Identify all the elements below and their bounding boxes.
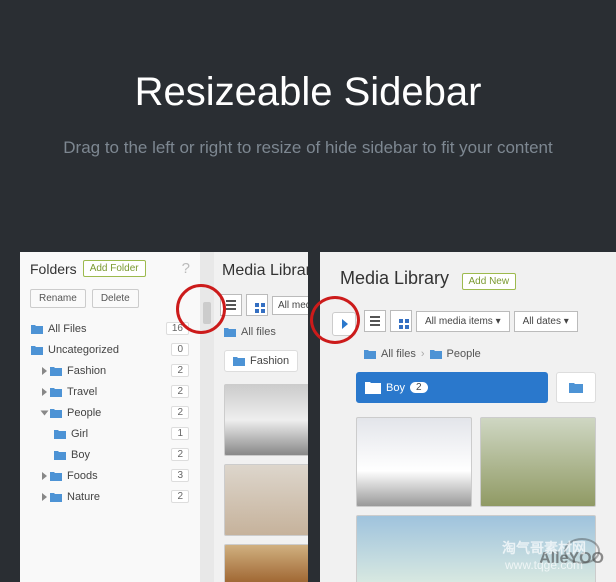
- watermark-cn: 淘气哥素材网: [502, 538, 586, 558]
- delete-button[interactable]: Delete: [92, 289, 139, 308]
- media-thumbnail[interactable]: [224, 464, 308, 536]
- tree-item-label: Uncategorized: [48, 344, 119, 356]
- folders-tree: All Files16 Uncategorized 0 Fashion 2 Travel 2…: [20, 318, 200, 507]
- hero-subtitle: Drag to the left or right to resize of h…: [20, 135, 596, 161]
- folder-icon: [364, 349, 376, 359]
- tree-item-label: Travel: [67, 386, 97, 398]
- hero: Resizeable Sidebar Drag to the left or r…: [0, 0, 616, 161]
- media-filter-select[interactable]: All media it: [272, 296, 308, 315]
- add-new-button[interactable]: Add New: [462, 273, 517, 290]
- watermark-url: www.tqge.com: [502, 558, 586, 572]
- date-filter-select[interactable]: All dates ▾: [514, 311, 578, 332]
- breadcrumb: All files: [214, 320, 308, 344]
- tree-item-label: Boy: [71, 449, 90, 461]
- tree-item[interactable]: People 2: [28, 402, 192, 423]
- folder-icon: [430, 349, 442, 359]
- tree-item-label: Fashion: [67, 365, 106, 377]
- tree-item[interactable]: Boy 2: [28, 444, 192, 465]
- panel-collapsed-sidebar: Media Library Add New All media items ▾ …: [320, 252, 616, 582]
- media-thumbnail[interactable]: [480, 417, 596, 507]
- add-folder-button[interactable]: Add Folder: [83, 260, 146, 277]
- tree-item[interactable]: Travel 2: [28, 381, 192, 402]
- folders-title: Folders: [30, 261, 77, 277]
- tree-item[interactable]: Uncategorized 0: [28, 339, 192, 360]
- tree-item-count: 0: [171, 343, 189, 356]
- media-thumbnail[interactable]: [224, 384, 308, 456]
- media-thumbnail[interactable]: [356, 417, 472, 507]
- tree-item-count: 2: [171, 385, 189, 398]
- tree-item-count: 2: [171, 406, 189, 419]
- tree-item[interactable]: All Files16: [28, 318, 192, 339]
- media-title: Media Library: [222, 262, 308, 279]
- folder-chip-active[interactable]: Boy 2: [356, 372, 548, 403]
- tree-item-count: 2: [171, 364, 189, 377]
- hero-title: Resizeable Sidebar: [20, 70, 596, 115]
- breadcrumb: All files › People: [320, 336, 616, 364]
- media-filter-select[interactable]: All media items ▾: [416, 311, 510, 332]
- folder-open-icon: [365, 381, 381, 394]
- media-thumbnail[interactable]: [224, 544, 308, 582]
- folder-icon: [233, 356, 245, 366]
- tree-item-label: People: [67, 407, 101, 419]
- annotation-circle: [310, 296, 360, 344]
- tree-item-label: All Files: [48, 323, 87, 335]
- tree-item[interactable]: Fashion 2: [28, 360, 192, 381]
- tree-item[interactable]: Foods 3: [28, 465, 192, 486]
- annotation-circle: [176, 284, 226, 334]
- view-grid-button[interactable]: [390, 310, 412, 332]
- breadcrumb-item[interactable]: People: [447, 348, 481, 360]
- view-list-button[interactable]: [364, 310, 386, 332]
- tree-item-count: 2: [171, 490, 189, 503]
- thumbnails-grid: [214, 378, 308, 582]
- help-icon[interactable]: ?: [182, 260, 190, 277]
- tree-item-count: 3: [171, 469, 189, 482]
- media-pane-left: Media Library All media it All files Fas…: [214, 252, 308, 582]
- folder-chip[interactable]: Fashion: [224, 350, 298, 372]
- panel-expanded-sidebar: Folders Add Folder ? Rename Delete All F…: [20, 252, 308, 582]
- breadcrumb-item[interactable]: All files: [241, 326, 276, 338]
- media-title: Media Library: [340, 268, 449, 288]
- tree-item[interactable]: Nature 2: [28, 486, 192, 507]
- tree-item-count: 1: [171, 427, 189, 440]
- folder-icon: [569, 382, 583, 393]
- tree-item-label: Foods: [67, 470, 98, 482]
- tree-item[interactable]: Girl 1: [28, 423, 192, 444]
- watermark: 淘气哥素材网 www.tqge.com: [502, 538, 586, 572]
- folder-chip-label: Boy: [386, 382, 405, 394]
- folders-pane: Folders Add Folder ? Rename Delete All F…: [20, 252, 200, 582]
- folder-chip-count: 2: [410, 382, 428, 393]
- rename-button[interactable]: Rename: [30, 289, 86, 308]
- folder-chip[interactable]: [556, 372, 596, 403]
- folder-chip-label: Fashion: [250, 355, 289, 367]
- tree-item-count: 2: [171, 448, 189, 461]
- tree-item-label: Nature: [67, 491, 100, 503]
- view-grid-button[interactable]: [246, 294, 268, 316]
- folder-icon: [224, 327, 236, 337]
- breadcrumb-separator: ›: [421, 348, 425, 360]
- tree-item-label: Girl: [71, 428, 88, 440]
- breadcrumb-item[interactable]: All files: [381, 348, 416, 360]
